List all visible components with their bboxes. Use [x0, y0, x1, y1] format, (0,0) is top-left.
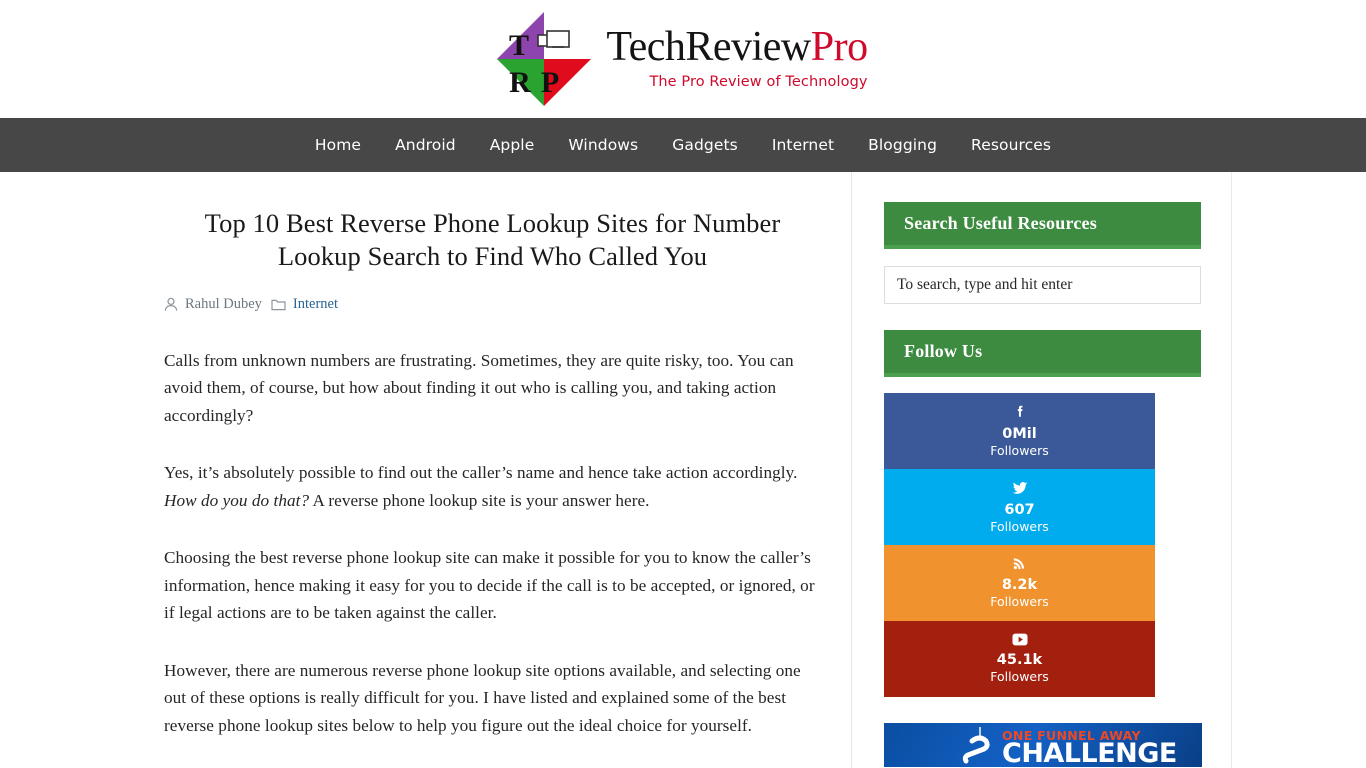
- logo-tagline: The Pro Review of Technology: [649, 74, 868, 91]
- meta-category-link[interactable]: Internet: [293, 296, 338, 313]
- main-navigation: Home Android Apple Windows Gadgets Inter…: [0, 118, 1366, 172]
- social-card-twitter[interactable]: 607 Followers: [884, 469, 1155, 545]
- social-card-youtube[interactable]: 45.1k Followers: [884, 621, 1155, 697]
- twitter-count: 607: [1004, 501, 1035, 518]
- rss-icon: [1011, 555, 1028, 572]
- logo-wordmark: TechReviewPro The Pro Review of Technolo…: [606, 24, 868, 92]
- nav-link-windows[interactable]: Windows: [551, 136, 655, 154]
- article-paragraph-1: Calls from unknown numbers are frustrati…: [164, 347, 821, 430]
- social-card-facebook[interactable]: 0Mil Followers: [884, 393, 1155, 469]
- youtube-icon: [1010, 632, 1030, 647]
- youtube-label: Followers: [990, 669, 1049, 685]
- nav-link-resources[interactable]: Resources: [954, 136, 1068, 154]
- meta-author-name: Rahul Dubey: [185, 295, 262, 312]
- user-icon: [164, 297, 178, 312]
- logo-title-part1: TechReview: [606, 24, 811, 71]
- site-logo[interactable]: T R P TechReviewPro The Pro Review of Te…: [492, 9, 868, 109]
- meta-category[interactable]: Internet: [271, 296, 338, 313]
- folder-icon: [271, 298, 286, 311]
- p1-pre: Calls from unknown numbers are frustrati…: [164, 350, 794, 425]
- nav-link-gadgets[interactable]: Gadgets: [655, 136, 755, 154]
- content-container: Top 10 Best Reverse Phone Lookup Sites f…: [134, 172, 1232, 768]
- site-header: T R P TechReviewPro The Pro Review of Te…: [0, 0, 1366, 118]
- svg-text:R: R: [510, 66, 532, 99]
- facebook-icon: [1011, 403, 1029, 421]
- twitter-icon: [1010, 479, 1030, 497]
- nav-item-home[interactable]: Home: [298, 136, 378, 155]
- article-paragraph-2: Yes, it’s absolutely possible to find ou…: [164, 459, 821, 514]
- p2-post: A reverse phone lookup site is your answ…: [309, 490, 650, 510]
- widget-title-search: Search Useful Resources: [884, 202, 1201, 249]
- nav-link-internet[interactable]: Internet: [755, 136, 851, 154]
- nav-link-android[interactable]: Android: [378, 136, 473, 154]
- article-body: Calls from unknown numbers are frustrati…: [164, 347, 821, 740]
- p2-emphasis: How do you do that?: [164, 490, 310, 510]
- page-body: Top 10 Best Reverse Phone Lookup Sites f…: [0, 172, 1366, 768]
- nav-link-apple[interactable]: Apple: [473, 136, 552, 154]
- nav-item-gadgets[interactable]: Gadgets: [655, 136, 755, 155]
- nav-item-apple[interactable]: Apple: [473, 136, 552, 155]
- nav-link-blogging[interactable]: Blogging: [851, 136, 954, 154]
- ad-banner-line2: CHALLENGE: [1002, 738, 1177, 767]
- svg-text:P: P: [541, 66, 559, 99]
- widget-follow-us: Follow Us 0Mil Followers 607 Followers 8…: [884, 330, 1201, 697]
- social-follower-stack: 0Mil Followers 607 Followers 8.2k Follow…: [884, 393, 1155, 697]
- ad-banner-one-funnel-away[interactable]: ONE FUNNEL AWAY CHALLENGE: [884, 723, 1202, 767]
- widget-ad: ONE FUNNEL AWAY CHALLENGE: [884, 723, 1202, 767]
- youtube-count: 45.1k: [996, 652, 1043, 669]
- social-card-rss[interactable]: 8.2k Followers: [884, 545, 1155, 621]
- widget-search: Search Useful Resources: [884, 202, 1201, 304]
- sidebar: Search Useful Resources Follow Us 0Mil F…: [852, 172, 1231, 768]
- logo-title: TechReviewPro: [606, 24, 868, 71]
- nav-item-resources[interactable]: Resources: [954, 136, 1068, 155]
- search-input[interactable]: [884, 266, 1201, 304]
- nav-item-internet[interactable]: Internet: [755, 136, 851, 155]
- p4-pre: However, there are numerous reverse phon…: [164, 660, 801, 735]
- logo-title-part2: Pro: [810, 24, 868, 71]
- page-title: Top 10 Best Reverse Phone Lookup Sites f…: [204, 208, 781, 272]
- nav-link-home[interactable]: Home: [298, 136, 378, 154]
- facebook-label: Followers: [990, 442, 1049, 458]
- article-paragraph-4: However, there are numerous reverse phon…: [164, 657, 821, 740]
- rss-label: Followers: [990, 594, 1049, 610]
- svg-text:T: T: [509, 29, 529, 62]
- nav-item-windows[interactable]: Windows: [551, 136, 655, 155]
- entry-meta: Rahul Dubey Internet: [164, 296, 821, 313]
- article-main: Top 10 Best Reverse Phone Lookup Sites f…: [134, 172, 852, 768]
- twitter-label: Followers: [990, 518, 1049, 534]
- article-paragraph-3: Choosing the best reverse phone lookup s…: [164, 544, 821, 627]
- facebook-count: 0Mil: [1002, 425, 1037, 442]
- nav-item-android[interactable]: Android: [378, 136, 473, 155]
- p2-pre: Yes, it’s absolutely possible to find ou…: [164, 463, 798, 483]
- rss-count: 8.2k: [1001, 577, 1038, 594]
- nav-list: Home Android Apple Windows Gadgets Inter…: [298, 136, 1068, 155]
- widget-title-follow-us: Follow Us: [884, 330, 1201, 377]
- meta-author: Rahul Dubey: [164, 296, 262, 313]
- p3-pre: Choosing the best reverse phone lookup s…: [164, 548, 815, 623]
- nav-item-blogging[interactable]: Blogging: [851, 136, 954, 155]
- logo-diamond-icon: T R P: [492, 9, 596, 109]
